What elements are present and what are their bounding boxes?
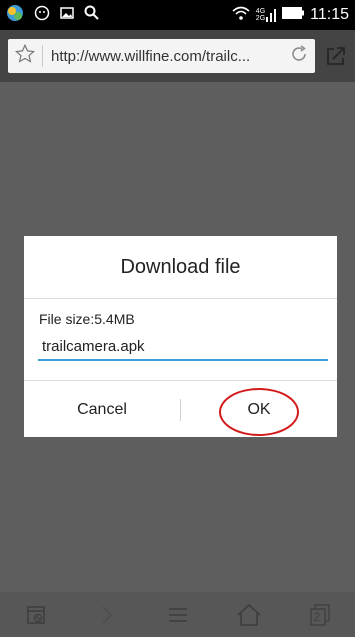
- ok-button[interactable]: OK: [181, 381, 337, 438]
- chat-icon: [34, 5, 50, 26]
- network-type-top: 4G: [255, 8, 266, 15]
- signal-icon: 4G 2G: [255, 7, 277, 23]
- home-icon[interactable]: [229, 595, 269, 635]
- image-icon: [60, 6, 74, 25]
- file-size-label: File size:5.4MB: [39, 311, 135, 327]
- ok-annotation-circle: [219, 387, 299, 436]
- search-icon: [84, 5, 99, 25]
- address-bar: http://www.willfine.com/trailc...: [0, 30, 355, 82]
- bottom-toolbar: 2: [0, 592, 355, 637]
- tab-count: 2: [313, 609, 321, 624]
- url-text[interactable]: http://www.willfine.com/trailc...: [51, 48, 289, 65]
- download-dialog: Download file File size:5.4MB Cancel OK: [24, 236, 337, 437]
- cancel-button[interactable]: Cancel: [24, 381, 180, 438]
- app-icon: [6, 4, 24, 27]
- close-tabs-icon[interactable]: [16, 595, 56, 635]
- forward-icon[interactable]: [87, 595, 127, 635]
- menu-icon[interactable]: [158, 595, 198, 635]
- wifi-icon: [232, 5, 250, 26]
- network-type-bottom: 2G: [255, 15, 266, 22]
- refresh-icon[interactable]: [289, 44, 309, 69]
- dialog-title: Download file: [24, 236, 337, 299]
- status-bar: 4G 2G 11:15: [0, 0, 355, 30]
- tabs-icon[interactable]: 2: [300, 595, 340, 635]
- url-bar[interactable]: http://www.willfine.com/trailc...: [8, 39, 315, 73]
- dialog-buttons: Cancel OK: [24, 380, 337, 438]
- status-time: 11:15: [310, 6, 349, 23]
- share-icon[interactable]: [325, 45, 347, 67]
- status-right: 4G 2G 11:15: [232, 5, 349, 26]
- filename-input[interactable]: [38, 333, 328, 361]
- star-icon[interactable]: [14, 43, 36, 70]
- url-divider: [42, 45, 43, 67]
- battery-icon: [282, 6, 305, 24]
- status-left: [6, 4, 99, 27]
